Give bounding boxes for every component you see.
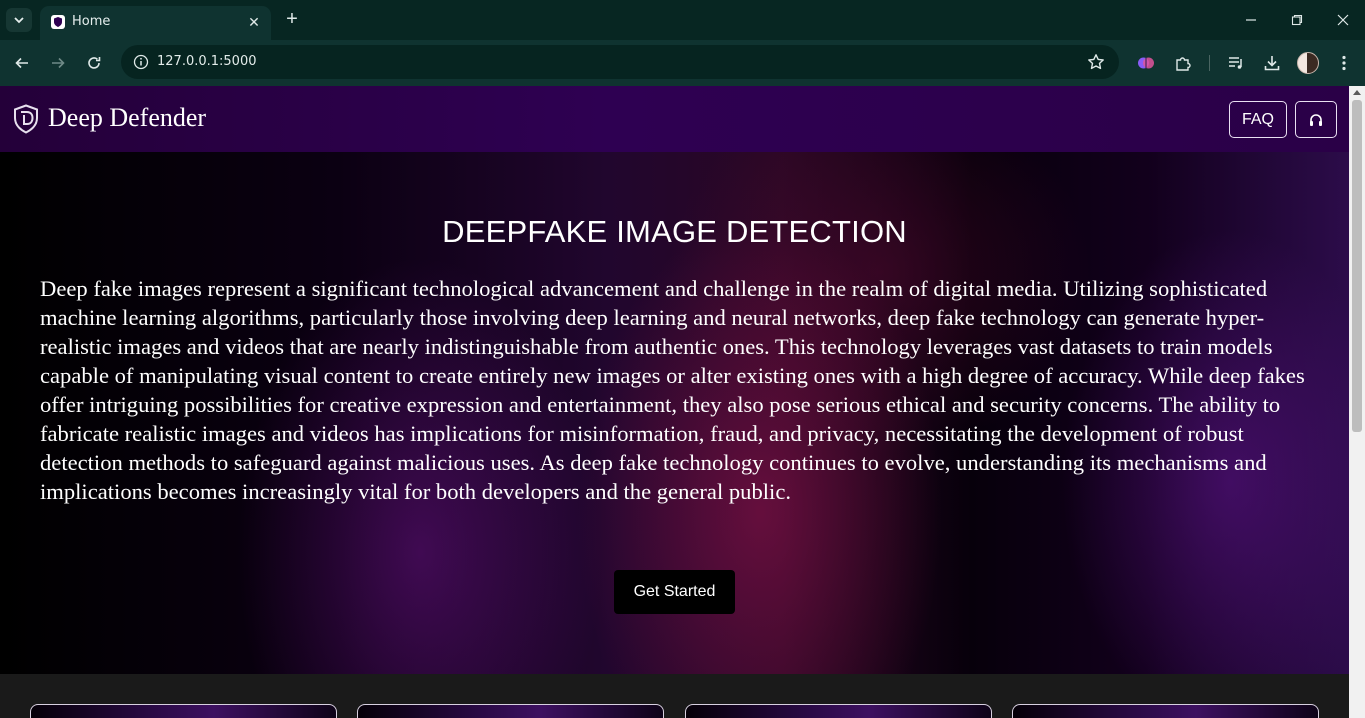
minimize-icon[interactable]	[1241, 10, 1261, 30]
hero-section: DEEPFAKE IMAGE DETECTION Deep fake image…	[0, 152, 1349, 674]
scrollbar-thumb[interactable]	[1352, 100, 1362, 432]
address-bar[interactable]: 127.0.0.1:5000	[121, 45, 1119, 79]
feature-card[interactable]	[357, 704, 664, 718]
hero-description: Deep fake images represent a significant…	[40, 276, 1305, 504]
close-icon[interactable]	[1333, 10, 1353, 30]
brain-icon[interactable]	[1135, 52, 1157, 74]
plus-icon[interactable]: +	[282, 9, 302, 30]
feature-cards	[0, 674, 1349, 718]
feature-card[interactable]	[30, 704, 337, 718]
site-header: Deep Defender FAQ	[0, 86, 1349, 152]
browser-tab-home[interactable]: Home ✕	[40, 6, 271, 40]
support-button[interactable]	[1295, 101, 1337, 138]
arrow-left-icon[interactable]	[10, 51, 34, 75]
shield-icon	[51, 15, 65, 29]
faq-button[interactable]: FAQ	[1229, 101, 1287, 138]
puzzle-icon[interactable]	[1172, 52, 1194, 74]
reload-icon[interactable]	[82, 51, 106, 75]
web-page: Deep Defender FAQ DEEPFAKE IMAGE DETECTI…	[0, 86, 1349, 718]
shield-logo-icon[interactable]	[13, 104, 39, 134]
toolbar-separator	[1209, 55, 1210, 71]
profile-avatar[interactable]	[1297, 52, 1319, 74]
headset-icon	[1310, 113, 1322, 126]
page-scrollbar[interactable]	[1349, 86, 1365, 718]
faq-button-label: FAQ	[1241, 110, 1274, 128]
browser-toolbar: 127.0.0.1:5000	[0, 40, 1365, 86]
restore-icon[interactable]	[1287, 10, 1307, 30]
kebab-menu-icon[interactable]	[1333, 52, 1355, 74]
browser-tabstrip: Home ✕ +	[0, 0, 1365, 40]
feature-card[interactable]	[1012, 704, 1319, 718]
url-text[interactable]: 127.0.0.1:5000	[157, 54, 257, 69]
get-started-button[interactable]: Get Started	[614, 570, 735, 614]
close-icon[interactable]: ✕	[245, 13, 263, 31]
star-icon[interactable]	[1087, 53, 1105, 71]
feature-card[interactable]	[685, 704, 992, 718]
info-icon[interactable]	[133, 54, 149, 70]
download-icon[interactable]	[1261, 52, 1283, 74]
scroll-up-arrow-icon[interactable]	[1353, 90, 1361, 95]
page-title: DEEPFAKE IMAGE DETECTION	[442, 214, 907, 249]
brand-name[interactable]: Deep Defender	[48, 103, 206, 133]
arrow-right-icon[interactable]	[46, 51, 70, 75]
chevron-down-icon	[14, 17, 24, 24]
media-control-icon[interactable]	[1225, 52, 1247, 74]
tab-list-button[interactable]	[6, 8, 32, 32]
tab-title: Home	[72, 14, 111, 29]
